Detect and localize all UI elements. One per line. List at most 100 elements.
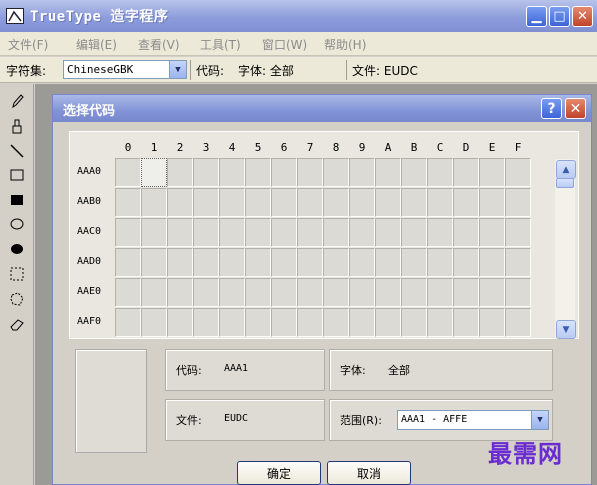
code-cell[interactable] [193, 218, 219, 247]
code-cell[interactable] [479, 308, 505, 337]
code-cell[interactable] [375, 188, 401, 217]
code-cell[interactable] [193, 248, 219, 277]
code-cell[interactable] [453, 278, 479, 307]
ellipse-icon[interactable] [8, 215, 26, 233]
code-cell[interactable] [115, 308, 141, 337]
code-cell[interactable] [505, 218, 531, 247]
code-cell[interactable] [167, 278, 193, 307]
code-cell[interactable] [401, 218, 427, 247]
freeform-select-icon[interactable] [8, 290, 26, 308]
code-cell[interactable] [219, 308, 245, 337]
code-cell[interactable] [505, 248, 531, 277]
code-cell[interactable] [505, 308, 531, 337]
code-cell[interactable] [349, 248, 375, 277]
code-cell[interactable] [245, 188, 271, 217]
code-cell[interactable] [115, 248, 141, 277]
code-cell[interactable] [297, 158, 323, 187]
code-cell[interactable] [505, 278, 531, 307]
rect-select-icon[interactable] [8, 265, 26, 283]
scroll-thumb[interactable] [556, 178, 574, 188]
menu-view[interactable]: 查看(V) [138, 36, 180, 53]
code-cell[interactable] [141, 308, 167, 337]
code-cell[interactable] [505, 158, 531, 187]
code-cell[interactable] [427, 218, 453, 247]
code-cell[interactable] [479, 158, 505, 187]
code-cell[interactable] [453, 248, 479, 277]
code-cell[interactable] [219, 278, 245, 307]
code-cell[interactable] [271, 158, 297, 187]
range-select[interactable]: AAA1 - AFFE ▼ [397, 410, 549, 430]
chevron-down-icon[interactable]: ▼ [169, 61, 186, 78]
code-cell[interactable] [453, 308, 479, 337]
code-cell[interactable] [219, 248, 245, 277]
code-cell[interactable] [297, 218, 323, 247]
code-cell[interactable] [141, 218, 167, 247]
code-cell[interactable] [323, 158, 349, 187]
code-cell[interactable] [323, 188, 349, 217]
menu-file[interactable]: 文件(F) [8, 36, 48, 53]
chevron-down-icon[interactable]: ▼ [531, 411, 548, 429]
code-cell[interactable] [245, 248, 271, 277]
rectangle-icon[interactable] [8, 166, 26, 184]
code-cell[interactable] [505, 188, 531, 217]
code-cell[interactable] [349, 218, 375, 247]
code-cell[interactable] [193, 278, 219, 307]
code-cell[interactable] [401, 188, 427, 217]
minimize-button[interactable]: ▁ [526, 6, 547, 27]
code-cell[interactable] [323, 308, 349, 337]
close-button[interactable]: ✕ [572, 6, 593, 27]
code-cell[interactable] [245, 278, 271, 307]
scroll-down-button[interactable]: ▼ [556, 320, 576, 339]
filled-rectangle-icon[interactable] [8, 191, 26, 209]
code-cell[interactable] [245, 218, 271, 247]
maximize-button[interactable]: □ [549, 6, 570, 27]
cancel-button[interactable]: 取消 [327, 461, 411, 485]
code-cell[interactable] [401, 308, 427, 337]
code-cell[interactable] [167, 248, 193, 277]
dialog-close-button[interactable]: ✕ [565, 98, 586, 119]
code-cell[interactable] [349, 188, 375, 217]
scroll-up-button[interactable]: ▲ [556, 160, 576, 179]
menu-tools[interactable]: 工具(T) [200, 36, 241, 53]
code-cell[interactable] [193, 158, 219, 187]
code-cell[interactable] [115, 188, 141, 217]
code-cell[interactable] [427, 248, 453, 277]
code-cell[interactable] [115, 218, 141, 247]
code-cell[interactable] [479, 218, 505, 247]
code-cell[interactable] [141, 278, 167, 307]
code-cell[interactable] [141, 158, 167, 187]
code-cell[interactable] [479, 278, 505, 307]
line-icon[interactable] [8, 142, 26, 160]
code-cell[interactable] [167, 188, 193, 217]
code-cell[interactable] [115, 278, 141, 307]
code-cell[interactable] [219, 188, 245, 217]
code-cell[interactable] [427, 158, 453, 187]
code-cell[interactable] [479, 248, 505, 277]
code-cell[interactable] [375, 158, 401, 187]
code-cell[interactable] [375, 218, 401, 247]
filled-ellipse-icon[interactable] [8, 240, 26, 258]
code-cell[interactable] [323, 218, 349, 247]
code-cell[interactable] [401, 158, 427, 187]
code-cell[interactable] [427, 308, 453, 337]
code-cell[interactable] [167, 158, 193, 187]
code-cell[interactable] [219, 158, 245, 187]
code-cell[interactable] [375, 308, 401, 337]
code-cell[interactable] [349, 278, 375, 307]
menu-help[interactable]: 帮助(H) [324, 36, 366, 53]
eraser-icon[interactable] [8, 315, 26, 333]
code-cell[interactable] [141, 248, 167, 277]
code-cell[interactable] [401, 248, 427, 277]
code-cell[interactable] [115, 158, 141, 187]
code-cell[interactable] [479, 188, 505, 217]
code-cell[interactable] [271, 278, 297, 307]
code-cell[interactable] [323, 278, 349, 307]
code-cell[interactable] [375, 248, 401, 277]
ok-button[interactable]: 确定 [237, 461, 321, 485]
code-cell[interactable] [297, 278, 323, 307]
code-cell[interactable] [271, 248, 297, 277]
pencil-icon[interactable] [8, 92, 26, 110]
code-cell[interactable] [297, 308, 323, 337]
charset-select[interactable]: ChineseGBK ▼ [63, 60, 187, 79]
code-cell[interactable] [219, 218, 245, 247]
